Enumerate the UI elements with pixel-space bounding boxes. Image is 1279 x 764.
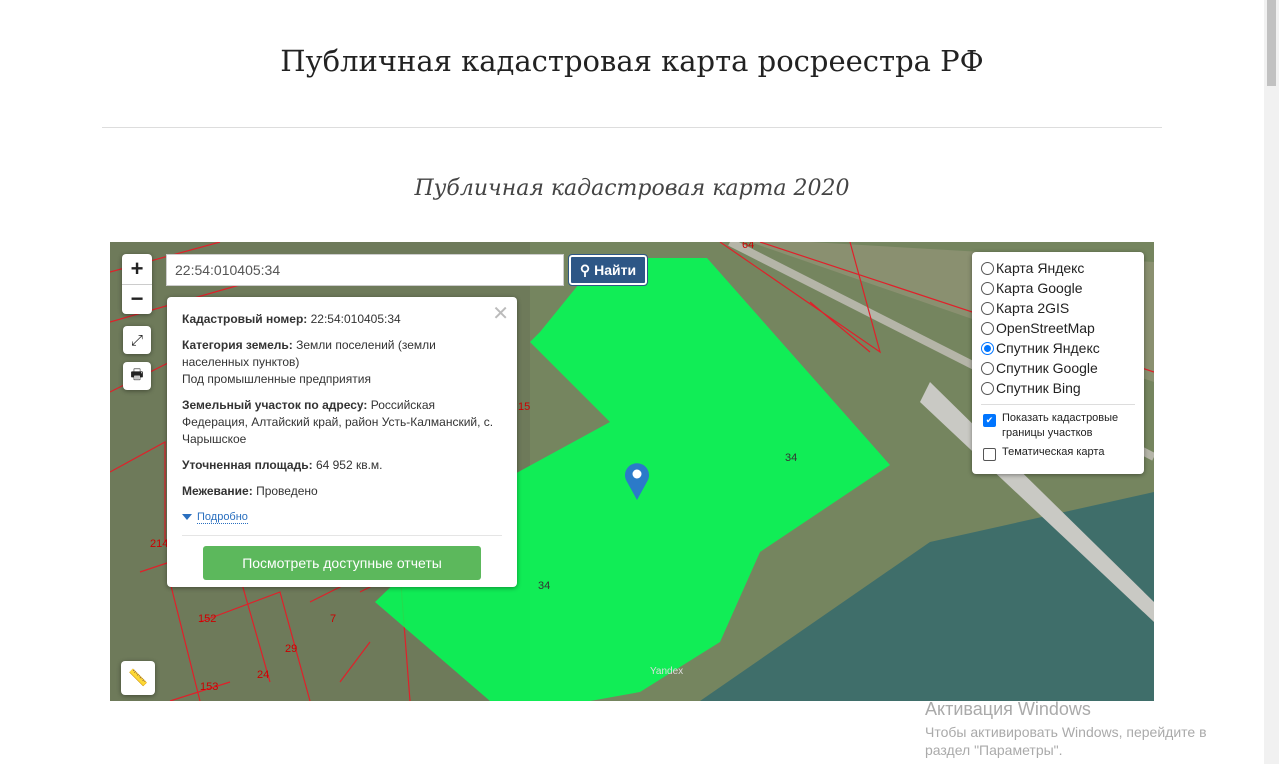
radio[interactable] bbox=[981, 301, 994, 315]
more-link-label[interactable]: Подробно bbox=[197, 511, 248, 524]
parcel-label: 15 bbox=[518, 401, 530, 413]
plot-info-popup: ✕ Кадастровый номер: 22:54:010405:34 Кат… bbox=[167, 297, 517, 587]
checkbox-label: Показать кадастровые границы участков bbox=[1002, 412, 1119, 439]
parcel-label: 152 bbox=[198, 613, 216, 625]
plot-label: 34 bbox=[538, 580, 550, 592]
usage-value: Под промышленные предприятия bbox=[182, 372, 371, 386]
layer-option[interactable]: Спутник Bing bbox=[981, 378, 1135, 398]
parcel-label: 214 bbox=[150, 538, 168, 550]
zoom-in-button[interactable]: + bbox=[122, 254, 152, 285]
layer-option[interactable]: Спутник Яндекс bbox=[981, 338, 1135, 358]
divider bbox=[981, 404, 1135, 405]
address-label: Земельный участок по адресу: bbox=[182, 398, 368, 412]
plot-label: 34 bbox=[785, 452, 797, 464]
layer-option[interactable]: Спутник Google bbox=[981, 358, 1135, 378]
radio[interactable] bbox=[981, 281, 994, 295]
category-label: Категория земель: bbox=[182, 338, 293, 352]
check-icon[interactable]: ✔ bbox=[983, 414, 996, 427]
close-icon[interactable]: ✕ bbox=[492, 301, 509, 326]
survey-value: Проведено bbox=[256, 484, 318, 498]
parcel-label: 64 bbox=[742, 242, 754, 251]
watermark-title: Активация Windows bbox=[925, 699, 1091, 719]
layer-label: Спутник Google bbox=[996, 360, 1098, 376]
cadastral-search-input[interactable]: 22:54:010405:34 bbox=[166, 254, 564, 286]
radio[interactable] bbox=[981, 261, 994, 275]
windows-activation-watermark: Активация Windows Чтобы активировать Win… bbox=[925, 699, 1235, 759]
layer-option[interactable]: Карта Яндекс bbox=[981, 258, 1135, 278]
search-icon: ⚲ bbox=[579, 261, 591, 278]
layer-option[interactable]: OpenStreetMap bbox=[981, 318, 1135, 338]
scrollbar[interactable] bbox=[1264, 0, 1279, 764]
checkbox[interactable] bbox=[983, 448, 996, 461]
cadastral-map[interactable]: 34 34 15 214 152 7 29 24 153 64 Yandex +… bbox=[110, 242, 1154, 701]
cadastral-boundaries-checkbox[interactable]: ✔ Показать кадастровые границы участков bbox=[981, 411, 1135, 441]
layer-label: Карта Яндекс bbox=[996, 260, 1085, 276]
layer-switcher: Карта Яндекс Карта Google Карта 2GIS Ope… bbox=[972, 252, 1144, 474]
fullscreen-icon[interactable]: ⤢ bbox=[123, 326, 151, 354]
radio[interactable] bbox=[981, 381, 994, 395]
radio[interactable] bbox=[981, 321, 994, 335]
area-value: 64 952 кв.м. bbox=[315, 458, 383, 472]
layer-label: Спутник Bing bbox=[996, 380, 1081, 396]
more-link[interactable]: Подробно bbox=[182, 509, 502, 524]
find-button[interactable]: ⚲ Найти bbox=[568, 254, 648, 286]
layer-label: Карта Google bbox=[996, 280, 1083, 296]
parcel-label: 29 bbox=[285, 643, 297, 655]
ruler-icon[interactable]: 📏 bbox=[121, 661, 155, 695]
scrollbar-thumb[interactable] bbox=[1267, 0, 1276, 86]
layer-option[interactable]: Карта Google bbox=[981, 278, 1135, 298]
survey-label: Межевание: bbox=[182, 484, 253, 498]
find-button-label: Найти bbox=[594, 262, 637, 278]
watermark-text: Чтобы активировать Windows, перейдите в … bbox=[925, 724, 1207, 758]
thematic-map-checkbox[interactable]: Тематическая карта bbox=[981, 445, 1135, 461]
zoom-out-button[interactable]: − bbox=[122, 285, 152, 315]
divider bbox=[182, 535, 502, 536]
page-subtitle: Публичная кадастровая карта 2020 bbox=[414, 176, 850, 201]
parcel-label: 153 bbox=[200, 681, 218, 693]
checkbox-label: Тематическая карта bbox=[1002, 446, 1105, 458]
layer-label: Карта 2GIS bbox=[996, 300, 1070, 316]
layer-label: OpenStreetMap bbox=[996, 320, 1095, 336]
parcel-label: 7 bbox=[330, 613, 336, 625]
attribution: Yandex bbox=[650, 666, 683, 677]
layer-option[interactable]: Карта 2GIS bbox=[981, 298, 1135, 318]
zoom-control: + − bbox=[122, 254, 152, 314]
radio[interactable] bbox=[981, 361, 994, 375]
caret-down-icon bbox=[182, 513, 192, 520]
radio-selected[interactable] bbox=[981, 341, 994, 355]
layer-label: Спутник Яндекс bbox=[996, 340, 1100, 356]
cadastral-label: Кадастровый номер: bbox=[182, 312, 308, 326]
cadastral-value: 22:54:010405:34 bbox=[310, 312, 401, 326]
area-label: Уточненная площадь: bbox=[182, 458, 313, 472]
parcel-label: 24 bbox=[257, 669, 269, 681]
page-title: Публичная кадастровая карта росреестра Р… bbox=[280, 44, 984, 78]
divider bbox=[102, 127, 1162, 128]
print-icon[interactable]: 🖶 bbox=[123, 362, 151, 390]
view-reports-button[interactable]: Посмотреть доступные отчеты bbox=[203, 546, 481, 580]
